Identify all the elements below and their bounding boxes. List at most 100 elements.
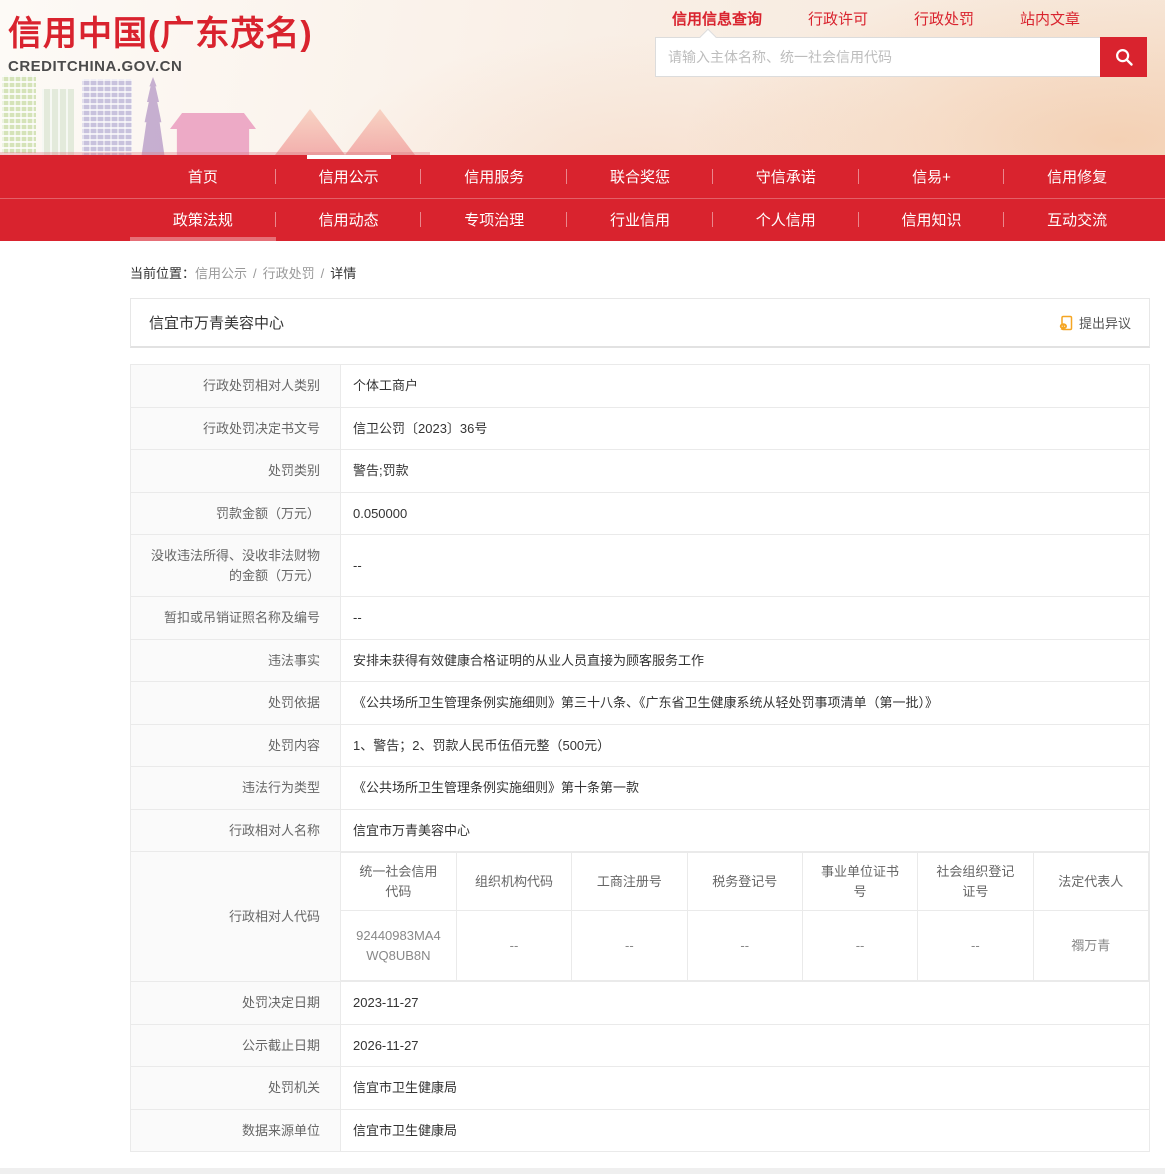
field-value: 2023-11-27 xyxy=(341,982,1150,1025)
table-row: 处罚类别 警告;罚款 xyxy=(131,450,1150,493)
breadcrumb-credit-disclosure[interactable]: 信用公示 xyxy=(195,266,247,281)
detail-title-panel: 信宜市万青美容中心 提出异议 xyxy=(130,298,1150,348)
building-decoration xyxy=(42,89,74,155)
field-label: 暂扣或吊销证照名称及编号 xyxy=(131,597,341,640)
raise-dispute-label: 提出异议 xyxy=(1079,313,1131,332)
table-row: 行政相对人名称 信宜市万青美容中心 xyxy=(131,809,1150,852)
table-row: 数据来源单位 信宜市卫生健康局 xyxy=(131,1109,1150,1152)
nav-item-trust-commitment[interactable]: 守信承诺 xyxy=(713,155,859,198)
field-value: 信宜市卫生健康局 xyxy=(341,1109,1150,1152)
business-reg-no: -- xyxy=(572,911,687,981)
table-row: 处罚依据 《公共场所卫生管理条例实施细则》第三十八条、《广东省卫生健康系统从轻处… xyxy=(131,682,1150,725)
hall-decoration xyxy=(170,113,256,155)
org-code: -- xyxy=(456,911,571,981)
nav-item-personal-credit[interactable]: 个人信用 xyxy=(713,198,859,241)
table-row: 行政处罚决定书文号 信卫公罚〔2023〕36号 xyxy=(131,407,1150,450)
table-row: 公示截止日期 2026-11-27 xyxy=(131,1024,1150,1067)
legal-representative: 禤万青 xyxy=(1033,911,1148,981)
field-value: 警告;罚款 xyxy=(341,450,1150,493)
field-label: 行政相对人代码 xyxy=(131,852,341,982)
field-label: 违法行为类型 xyxy=(131,767,341,810)
nav-item-credit-disclosure[interactable]: 信用公示 xyxy=(276,155,422,198)
nav-item-policies[interactable]: 政策法规 xyxy=(130,198,276,241)
table-row: 行政处罚相对人类别 个体工商户 xyxy=(131,365,1150,408)
nav-item-industry-credit[interactable]: 行业信用 xyxy=(567,198,713,241)
party-codes-header-row: 统一社会信用代码 组织机构代码 工商注册号 税务登记号 事业单位证书号 社会组织… xyxy=(341,853,1149,911)
site-header: 信用中国(广东茂名) CREDITCHINA.GOV.CN 信用信息查询 行政许… xyxy=(0,0,1165,155)
main-nav: 首页 信用公示 信用服务 联合奖惩 守信承诺 信易+ 信用修复 政策法规 信用动… xyxy=(0,155,1165,241)
skyline-base-decoration xyxy=(0,152,430,155)
nav-item-joint-rewards[interactable]: 联合奖惩 xyxy=(567,155,713,198)
column-header: 事业单位证书号 xyxy=(802,853,917,911)
site-logo-title: 信用中国(广东茂名) xyxy=(8,12,313,56)
bridge-decoration xyxy=(275,109,345,155)
nav-item-home[interactable]: 首页 xyxy=(130,155,276,198)
field-label: 处罚内容 xyxy=(131,724,341,767)
field-label: 行政相对人名称 xyxy=(131,809,341,852)
search-input[interactable] xyxy=(655,37,1100,77)
search-button[interactable] xyxy=(1100,37,1147,77)
tax-reg-no: -- xyxy=(687,911,802,981)
nav-item-interaction[interactable]: 互动交流 xyxy=(1004,198,1150,241)
field-value: -- xyxy=(341,535,1150,597)
field-value: 2026-11-27 xyxy=(341,1024,1150,1067)
nav-item-credit-repair[interactable]: 信用修复 xyxy=(1004,155,1150,198)
breadcrumb-prefix: 当前位置： xyxy=(130,266,195,281)
field-label: 罚款金额（万元） xyxy=(131,492,341,535)
nav-item-credit-news[interactable]: 信用动态 xyxy=(276,198,422,241)
search-category-tabs: 信用信息查询 行政许可 行政处罚 站内文章 xyxy=(672,8,1080,29)
footer-strip xyxy=(0,1168,1165,1174)
search-icon xyxy=(1113,46,1135,68)
nav-row-1: 首页 信用公示 信用服务 联合奖惩 守信承诺 信易+ 信用修复 xyxy=(130,155,1150,198)
content: 当前位置：信用公示 / 行政处罚 / 详情 信宜市万青美容中心 提出异议 xyxy=(130,263,1150,1152)
breadcrumb-separator: / xyxy=(253,266,257,281)
bridge-decoration xyxy=(345,109,415,155)
field-label: 行政处罚决定书文号 xyxy=(131,407,341,450)
building-decoration xyxy=(82,79,132,155)
table-row-party-codes: 行政相对人代码 统一社会信用代码 组织机构代码 工商注册号 税务登记号 事业单位… xyxy=(131,852,1150,982)
breadcrumb-admin-penalty[interactable]: 行政处罚 xyxy=(263,266,315,281)
nav-item-credit-services[interactable]: 信用服务 xyxy=(421,155,567,198)
nav-item-credit-knowledge[interactable]: 信用知识 xyxy=(859,198,1005,241)
nav-item-credit-plus[interactable]: 信易+ xyxy=(859,155,1005,198)
nav-row-2: 政策法规 信用动态 专项治理 行业信用 个人信用 信用知识 互动交流 xyxy=(130,198,1150,241)
breadcrumb-current: 详情 xyxy=(330,266,356,281)
field-label: 处罚机关 xyxy=(131,1067,341,1110)
search-bar xyxy=(655,37,1147,77)
column-header: 社会组织登记证号 xyxy=(918,853,1033,911)
site-logo-domain: CREDITCHINA.GOV.CN xyxy=(8,58,313,75)
page-title: 信宜市万青美容中心 xyxy=(149,312,284,333)
table-row: 处罚决定日期 2023-11-27 xyxy=(131,982,1150,1025)
table-row: 没收违法所得、没收非法财物的金额（万元） -- xyxy=(131,535,1150,597)
field-label: 公示截止日期 xyxy=(131,1024,341,1067)
column-header: 税务登记号 xyxy=(687,853,802,911)
table-row: 处罚机关 信宜市卫生健康局 xyxy=(131,1067,1150,1110)
field-label: 处罚类别 xyxy=(131,450,341,493)
table-row: 违法行为类型 《公共场所卫生管理条例实施细则》第十条第一款 xyxy=(131,767,1150,810)
field-value: 信卫公罚〔2023〕36号 xyxy=(341,407,1150,450)
party-codes-cell: 统一社会信用代码 组织机构代码 工商注册号 税务登记号 事业单位证书号 社会组织… xyxy=(341,852,1150,982)
unified-social-credit-code: 92440983MA4WQ8UB8N xyxy=(341,911,456,981)
building-decoration xyxy=(2,75,36,155)
field-label: 没收违法所得、没收非法财物的金额（万元） xyxy=(131,535,341,597)
column-header: 组织机构代码 xyxy=(456,853,571,911)
field-value: 《公共场所卫生管理条例实施细则》第三十八条、《广东省卫生健康系统从轻处罚事项清单… xyxy=(341,682,1150,725)
breadcrumb: 当前位置：信用公示 / 行政处罚 / 详情 xyxy=(130,263,1150,282)
nav-item-special-governance[interactable]: 专项治理 xyxy=(421,198,567,241)
tab-admin-penalty[interactable]: 行政处罚 xyxy=(914,8,974,29)
tab-credit-info-query[interactable]: 信用信息查询 xyxy=(672,8,762,29)
social-org-cert-no: -- xyxy=(918,911,1033,981)
site-logo: 信用中国(广东茂名) CREDITCHINA.GOV.CN xyxy=(8,12,313,75)
field-value: 安排未获得有效健康合格证明的从业人员直接为顾客服务工作 xyxy=(341,639,1150,682)
breadcrumb-separator: / xyxy=(321,266,325,281)
field-value: 个体工商户 xyxy=(341,365,1150,408)
party-codes-table: 统一社会信用代码 组织机构代码 工商注册号 税务登记号 事业单位证书号 社会组织… xyxy=(341,852,1149,981)
page: 信用中国(广东茂名) CREDITCHINA.GOV.CN 信用信息查询 行政许… xyxy=(0,0,1165,1174)
field-value: 0.050000 xyxy=(341,492,1150,535)
column-header: 统一社会信用代码 xyxy=(341,853,456,911)
raise-dispute-button[interactable]: 提出异议 xyxy=(1058,313,1131,332)
tab-site-articles[interactable]: 站内文章 xyxy=(1020,8,1080,29)
party-codes-value-row: 92440983MA4WQ8UB8N -- -- -- -- -- 禤万青 xyxy=(341,911,1149,981)
tab-admin-license[interactable]: 行政许可 xyxy=(808,8,868,29)
field-value: 信宜市卫生健康局 xyxy=(341,1067,1150,1110)
